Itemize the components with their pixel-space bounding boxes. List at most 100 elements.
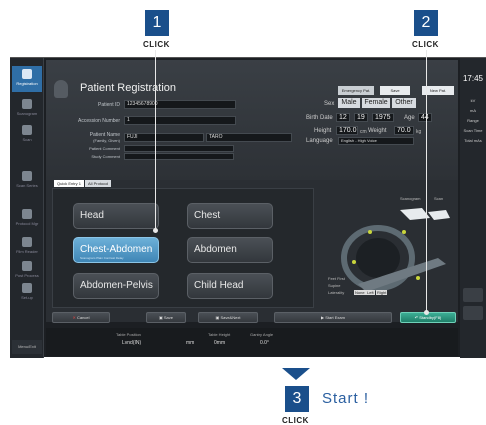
sidebar-item-label: Scan (22, 137, 32, 142)
post-process-icon (22, 261, 32, 271)
birth-year-field[interactable]: 1975 (372, 113, 394, 122)
sidebar-item-setup[interactable]: Set-up (12, 280, 42, 306)
laterality-left[interactable]: Left (366, 290, 375, 295)
sidebar-item-protocol[interactable]: Protocol Mgr (12, 206, 42, 232)
gantry-angle-label: Gantry Angle (250, 332, 274, 337)
sex-female-button[interactable]: Female (362, 98, 390, 108)
protocol-sub-labels: Scanogram Plain Contrast Delay (80, 257, 124, 260)
birth-day-field[interactable]: 19 (354, 113, 368, 122)
kv-readout: kV (470, 98, 476, 103)
right-control-button[interactable] (463, 288, 483, 302)
laterality-label: Laterality (328, 290, 345, 295)
sidebar-item-label: Scanogram (16, 111, 38, 116)
ma-readout: mA (470, 108, 476, 113)
sub-label: Contrast (103, 256, 116, 260)
accession-number-field[interactable]: 1 (124, 116, 236, 125)
left-sidebar: Registration Scanogram Scan Scan Series … (10, 58, 44, 358)
standby-label: Standby(F8) (419, 315, 442, 320)
tab-all-protocol[interactable]: All Protocol (85, 180, 112, 187)
step-2-pointer-dot (424, 310, 429, 315)
scan-preview-area: Scanogram Scan Feet First Supine Lateral… (318, 188, 454, 308)
language-select[interactable]: English - High Voice (338, 137, 414, 145)
step-3-badge: 3 (285, 386, 309, 412)
sidebar-item-label: Protocol Mgr (15, 221, 39, 226)
laterality-none[interactable]: None (354, 290, 366, 295)
save-next-button[interactable]: ▣ Save&Next (198, 312, 258, 323)
total-mas-readout: Total mAs (464, 138, 482, 143)
protocol-abdomen-pelvis-button[interactable]: Abdomen-Pelvis (73, 273, 159, 299)
patient-id-field[interactable]: 12345678900 (124, 100, 236, 109)
start-exam-label: Start Exam (325, 315, 345, 320)
weight-field[interactable]: 70.0 (394, 126, 414, 135)
sidebar-item-label: Registration (16, 81, 38, 86)
table-height-label: Table Height (208, 332, 231, 337)
patient-icon (54, 80, 68, 98)
bottom-action-bar: ✕ Cancel ▣ Save ▣ Save&Next ▶ Start Exam… (46, 310, 458, 326)
sidebar-item-scan-series[interactable]: Scan Series (12, 168, 42, 194)
scanogram-label: Scanogram (400, 196, 421, 201)
protocol-label: Head (80, 210, 104, 221)
tab-quick-entry[interactable]: Quick Entry 1 (54, 180, 85, 187)
save-next-icon: ▣ (215, 315, 220, 320)
protocol-label: Abdomen-Pelvis (80, 280, 153, 291)
registration-icon (22, 69, 32, 79)
sidebar-item-label: Set-up (21, 295, 33, 300)
sidebar-item-film[interactable]: Film Reader (12, 234, 42, 260)
sidebar-item-label: Scan Series (16, 183, 38, 188)
save-top-button[interactable]: Save (380, 86, 410, 95)
sidebar-item-label: Post Process (15, 273, 39, 278)
protocol-label: Chest-Abdomen (80, 244, 153, 255)
protocol-chest-button[interactable]: Chest (187, 203, 273, 229)
protocol-chest-abdomen-button[interactable]: Chest-Abdomen Scanogram Plain Contrast D… (73, 237, 159, 263)
step-2-click-label: CLICK (412, 40, 439, 49)
save-button[interactable]: ▣ Save (146, 312, 186, 323)
registration-header: Patient Registration Emergency Pat. Save… (46, 60, 458, 180)
age-field[interactable]: 44 (418, 113, 432, 122)
cancel-button[interactable]: ✕ Cancel (52, 312, 110, 323)
sidebar-item-registration[interactable]: Registration (12, 66, 42, 92)
sub-label: Delay (115, 256, 124, 260)
setup-icon (22, 283, 32, 293)
sex-other-button[interactable]: Other (392, 98, 416, 108)
down-arrow-icon (282, 368, 310, 380)
family-name-field[interactable]: FUJI (124, 133, 204, 142)
save-icon: ▣ (158, 315, 163, 320)
accession-number-label: Accession Number (78, 118, 120, 124)
protocol-child-head-button[interactable]: Child Head (187, 273, 273, 299)
patient-comment-field[interactable] (124, 145, 234, 152)
birth-month-field[interactable]: 12 (336, 113, 350, 122)
range-readout: Range (467, 118, 479, 123)
laterality-right[interactable]: Right (376, 290, 388, 295)
status-bar: Table Position Lvnd(IN) mm Table Height … (46, 328, 458, 356)
weight-unit: kg (416, 129, 422, 135)
given-name-field[interactable]: TARO (206, 133, 292, 142)
birth-date-label: Birth Date (306, 115, 333, 121)
scan-series-icon (22, 171, 32, 181)
sidebar-item-scan[interactable]: Scan (12, 122, 42, 148)
protocol-abdomen-button[interactable]: Abdomen (187, 237, 273, 263)
cancel-label: Cancel (77, 315, 90, 320)
height-field[interactable]: 170.0 (336, 126, 358, 135)
position-feet-first: Feet First (328, 276, 345, 281)
save-next-label: Save&Next (220, 315, 241, 320)
protocol-tabs: Quick Entry 1 All Protocol (54, 180, 112, 188)
menu-exit-button[interactable]: Menu/Exit (12, 340, 42, 354)
sidebar-item-label: Film Reader (16, 249, 38, 254)
step-3-click-label: CLICK (282, 416, 309, 425)
step-2-pointer-line (426, 50, 427, 312)
table-position-unit: mm (186, 340, 195, 346)
sidebar-item-scanogram[interactable]: Scanogram (12, 96, 42, 122)
start-text: Start ! (322, 390, 370, 407)
sub-label: Plain (96, 256, 103, 260)
emergency-patient-button[interactable]: Emergency Pat. (338, 86, 374, 95)
study-comment-label: Study Comment (91, 154, 120, 159)
gantry-angle-value: 0.0° (260, 340, 269, 346)
patient-comment-label: Patient Comment (89, 146, 120, 151)
step-1-pointer-line (155, 50, 156, 230)
right-control-button[interactable] (463, 306, 483, 320)
protocol-head-button[interactable]: Head (73, 203, 159, 229)
sex-male-button[interactable]: Male (338, 98, 360, 108)
age-label: Age (404, 115, 415, 121)
study-comment-field[interactable] (124, 153, 234, 160)
start-exam-button[interactable]: ▶ Start Exam (274, 312, 392, 323)
